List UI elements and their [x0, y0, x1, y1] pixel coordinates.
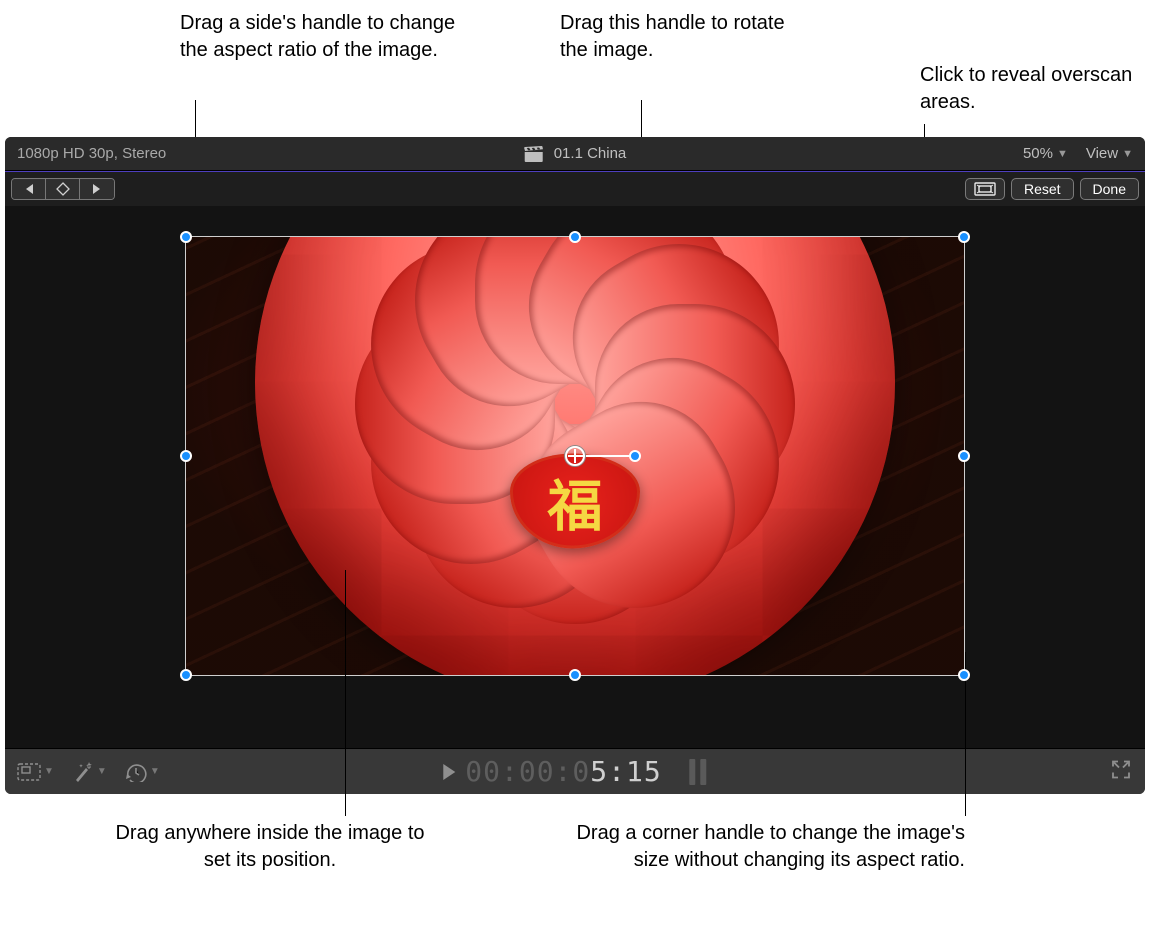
transform-bounding-box[interactable]: 福 — [185, 236, 965, 676]
view-label: View — [1086, 145, 1118, 162]
corner-handle-tr[interactable] — [958, 231, 970, 243]
callout-inside: Drag anywhere inside the image to set it… — [115, 820, 425, 874]
side-handle-top[interactable] — [569, 231, 581, 243]
keyframe-button[interactable] — [46, 179, 80, 199]
timecode-dim: 00:00:0 — [465, 755, 590, 788]
play-button[interactable] — [443, 764, 455, 780]
callout-corner: Drag a corner handle to change the image… — [565, 820, 965, 874]
chevron-down-icon: ▼ — [150, 766, 160, 777]
clapperboard-icon — [524, 146, 544, 162]
viewer-topbar: 1080p HD 30p, Stereo 01.1 China 50% ▼ Vi… — [5, 137, 1145, 171]
corner-handle-tl[interactable] — [180, 231, 192, 243]
anchor-point[interactable] — [565, 446, 585, 466]
corner-handle-bl[interactable] — [180, 669, 192, 681]
next-edit-button[interactable] — [80, 179, 114, 199]
done-button[interactable]: Done — [1080, 178, 1139, 200]
corner-handle-br[interactable] — [958, 669, 970, 681]
callout-overscan: Click to reveal overscan areas. — [920, 62, 1140, 116]
viewer-bottombar: ▼ ▼ ▼ 00:00:05:15 — [5, 748, 1145, 794]
side-handle-left[interactable] — [180, 450, 192, 462]
chevron-down-icon: ▼ — [44, 766, 54, 777]
viewer-canvas[interactable]: 福 — [5, 206, 1145, 748]
clip-title: 01.1 China — [524, 145, 627, 162]
transport-controls: 00:00:05:15 — [443, 755, 706, 788]
callout-line — [345, 570, 346, 816]
effects-popup[interactable]: ▼ — [17, 763, 54, 781]
viewer-panel: 1080p HD 30p, Stereo 01.1 China 50% ▼ Vi… — [5, 137, 1145, 794]
view-dropdown[interactable]: View ▼ — [1086, 145, 1133, 162]
chevron-down-icon: ▼ — [1122, 148, 1133, 160]
reset-button[interactable]: Reset — [1011, 178, 1074, 200]
audio-meter-icon[interactable] — [690, 759, 707, 785]
enhance-popup[interactable]: ▼ — [72, 762, 107, 782]
timecode-display[interactable]: 00:00:05:15 — [465, 755, 661, 788]
zoom-value: 50% — [1023, 145, 1053, 162]
retime-popup[interactable]: ▼ — [125, 762, 160, 782]
format-label: 1080p HD 30p, Stereo — [17, 145, 166, 162]
side-handle-right[interactable] — [958, 450, 970, 462]
nav-segment-group — [11, 178, 115, 200]
prev-edit-button[interactable] — [12, 179, 46, 199]
clip-name: 01.1 China — [554, 145, 627, 162]
timecode-bright: 5:15 — [590, 755, 661, 788]
chevron-down-icon: ▼ — [97, 766, 107, 777]
callout-side-handle: Drag a side's handle to change the aspec… — [180, 10, 480, 64]
side-handle-bottom[interactable] — [569, 669, 581, 681]
zoom-dropdown[interactable]: 50% ▼ — [1023, 145, 1068, 162]
rotate-handle[interactable] — [629, 450, 641, 462]
fullscreen-button[interactable] — [1111, 759, 1131, 784]
chevron-down-icon: ▼ — [1057, 148, 1068, 160]
overscan-toggle-button[interactable] — [965, 178, 1005, 200]
transform-toolbar: Reset Done — [5, 172, 1145, 206]
callout-rotate-handle: Drag this handle to rotate the image. — [560, 10, 800, 64]
